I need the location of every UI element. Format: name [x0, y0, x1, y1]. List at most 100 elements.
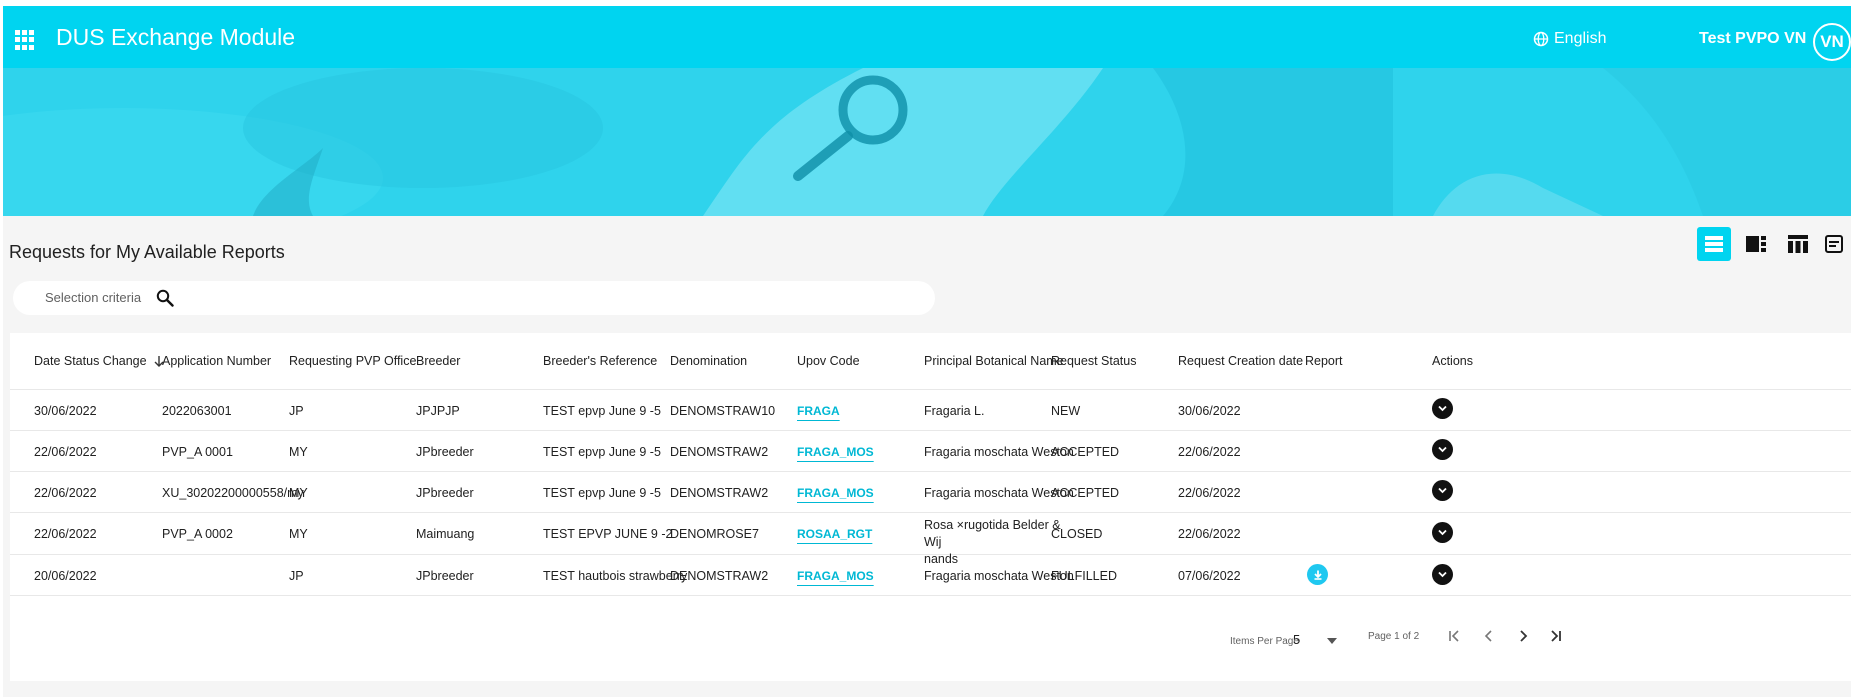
globe-icon	[1533, 31, 1549, 47]
cell-breeder: JPbreeder	[416, 486, 474, 500]
previous-page-button[interactable]	[1478, 625, 1500, 647]
column-header-application-number[interactable]: Application Number	[162, 354, 271, 368]
column-header-date-status-change[interactable]: Date Status Change	[34, 354, 165, 368]
cell-breeder-reference: TEST hautbois strawberry	[543, 569, 688, 583]
items-per-page-select[interactable]: 5	[1293, 632, 1300, 647]
table-columns-icon	[1788, 235, 1808, 253]
cell-application-number: PVP_A 0002	[162, 527, 233, 541]
cell-date-status-change: 22/06/2022	[34, 445, 97, 459]
download-report-button[interactable]	[1307, 564, 1328, 585]
cell-breeder: JPbreeder	[416, 569, 474, 583]
upov-code-link[interactable]: FRAGA	[797, 404, 840, 418]
chevron-down-icon	[1438, 571, 1447, 578]
upov-code-link[interactable]: ROSAA_RGT	[797, 527, 872, 541]
column-header-upov-code[interactable]: Upov Code	[797, 354, 860, 368]
table-row[interactable]: 22/06/2022 PVP_A 0002 MY Maimuang TEST E…	[10, 513, 1851, 566]
column-header-report: Report	[1305, 354, 1343, 368]
row-actions-button[interactable]	[1432, 564, 1453, 585]
column-header-denomination[interactable]: Denomination	[670, 354, 747, 368]
card-view-icon	[1825, 235, 1843, 253]
cell-application-number: PVP_A 0001	[162, 445, 233, 459]
cell-request-status: NEW	[1051, 404, 1081, 418]
cell-date-status-change: 20/06/2022	[34, 569, 97, 583]
language-label: English	[1554, 30, 1607, 47]
cell-requesting-office: JP	[289, 404, 304, 418]
cell-botanical-name: Fragaria L.	[924, 404, 985, 418]
dropdown-arrow-icon[interactable]	[1327, 638, 1337, 644]
cell-request-status: FULFILLED	[1051, 569, 1117, 583]
table-columns-button[interactable]	[1781, 227, 1815, 261]
cell-requesting-office: MY	[289, 486, 308, 500]
user-name[interactable]: Test PVPO VN	[1699, 30, 1806, 48]
cell-application-number: XU_30202200000558/my	[162, 486, 304, 500]
card-view-button[interactable]	[1817, 227, 1851, 261]
cell-application-number: 2022063001	[162, 404, 232, 418]
cell-denomination: DENOMSTRAW2	[670, 445, 769, 459]
page-title: Requests for My Available Reports	[9, 242, 285, 262]
table-row[interactable]: 22/06/2022 XU_30202200000558/my MY JPbre…	[10, 472, 1851, 513]
upov-code-link[interactable]: FRAGA_MOS	[797, 445, 874, 459]
column-header-request-status[interactable]: Request Status	[1051, 354, 1136, 368]
cell-request-status: ACCEPTED	[1051, 486, 1120, 500]
app-title: DUS Exchange Module	[56, 24, 296, 50]
cell-denomination: DENOMSTRAW2	[670, 486, 769, 500]
search-icon[interactable]	[156, 289, 174, 307]
table-header-row: Date Status Change Application Number Re…	[10, 333, 1851, 390]
column-header-label: Date Status Change	[34, 354, 147, 368]
list-view-button[interactable]	[1697, 227, 1731, 261]
cell-request-creation-date: 30/06/2022	[1178, 404, 1241, 418]
split-view-icon	[1746, 236, 1766, 252]
chevron-down-icon	[1438, 446, 1447, 453]
last-page-icon	[1551, 630, 1561, 642]
cell-date-status-change: 22/06/2022	[34, 486, 97, 500]
chevron-down-icon	[1438, 487, 1447, 494]
upov-code-link[interactable]: FRAGA_MOS	[797, 569, 874, 583]
column-header-actions: Actions	[1432, 354, 1473, 368]
table-row[interactable]: 22/06/2022 PVP_A 0001 MY JPbreeder TEST …	[10, 431, 1851, 472]
column-header-breeder[interactable]: Breeder	[416, 354, 460, 368]
cell-breeder-reference: TEST EPVP JUNE 9 -2	[543, 527, 673, 541]
cell-requesting-office: JP	[289, 569, 304, 583]
cell-requesting-office: MY	[289, 527, 308, 541]
next-page-button[interactable]	[1512, 625, 1534, 647]
cell-breeder: Maimuang	[416, 527, 475, 541]
upov-code-link[interactable]: FRAGA_MOS	[797, 486, 874, 500]
first-page-icon	[1449, 630, 1459, 642]
cell-request-creation-date: 22/06/2022	[1178, 527, 1241, 541]
column-header-botanical-name[interactable]: Principal Botanical Name	[924, 354, 1064, 368]
search-input[interactable]: Selection criteria	[13, 281, 935, 315]
list-view-icon	[1705, 236, 1723, 252]
cell-breeder-reference: TEST epvp June 9 -5	[543, 445, 661, 459]
column-header-request-creation-date[interactable]: Request Creation date	[1178, 354, 1303, 368]
cell-denomination: DENOMROSE7	[670, 527, 759, 541]
cell-request-creation-date: 22/06/2022	[1178, 486, 1241, 500]
search-placeholder: Selection criteria	[45, 290, 142, 305]
cell-date-status-change: 30/06/2022	[34, 404, 97, 418]
first-page-button[interactable]	[1444, 625, 1466, 647]
items-per-page-label: Items Per Page	[1230, 636, 1299, 647]
table-row[interactable]: 20/06/2022 JP JPbreeder TEST hautbois st…	[10, 555, 1851, 596]
cell-requesting-office: MY	[289, 445, 308, 459]
cell-denomination: DENOMSTRAW10	[670, 404, 776, 418]
apps-grid-icon[interactable]	[15, 30, 35, 50]
table-row[interactable]: 30/06/2022 2022063001 JP JPJPJP TEST epv…	[10, 390, 1851, 431]
download-icon	[1313, 570, 1322, 580]
cell-breeder: JPbreeder	[416, 445, 474, 459]
cell-request-creation-date: 22/06/2022	[1178, 445, 1241, 459]
top-app-bar: DUS Exchange Module English Test PVPO VN…	[3, 6, 1851, 68]
split-view-button[interactable]	[1739, 227, 1773, 261]
row-actions-button[interactable]	[1432, 480, 1453, 501]
row-actions-button[interactable]	[1432, 398, 1453, 419]
cell-denomination: DENOMSTRAW2	[670, 569, 769, 583]
avatar[interactable]: VN	[1813, 23, 1851, 61]
cell-breeder-reference: TEST epvp June 9 -5	[543, 404, 661, 418]
cell-request-status: ACCEPTED	[1051, 445, 1120, 459]
language-selector[interactable]: English	[1533, 30, 1606, 48]
app-window: DUS Exchange Module English Test PVPO VN…	[3, 6, 1851, 697]
column-header-requesting-office[interactable]: Requesting PVP Office	[289, 354, 416, 368]
row-actions-button[interactable]	[1432, 439, 1453, 460]
cell-breeder-reference: TEST epvp June 9 -5	[543, 486, 661, 500]
row-actions-button[interactable]	[1432, 522, 1453, 543]
column-header-breeder-reference[interactable]: Breeder's Reference	[543, 354, 657, 368]
last-page-button[interactable]	[1544, 625, 1566, 647]
